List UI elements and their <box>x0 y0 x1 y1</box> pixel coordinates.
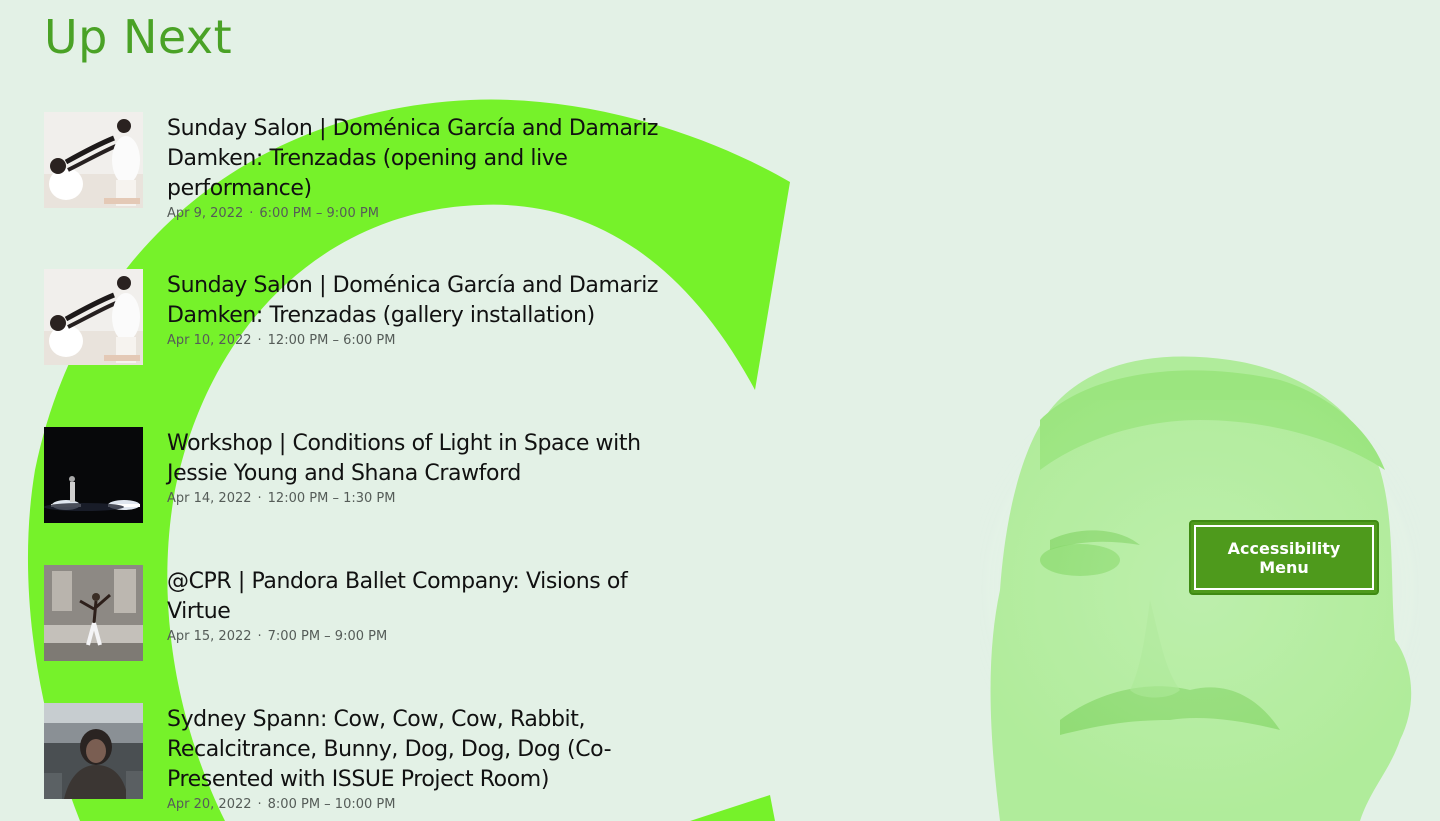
event-item[interactable]: Sydney Spann: Cow, Cow, Cow, Rabbit, Rec… <box>44 703 684 821</box>
event-item[interactable]: Sunday Salon | Doménica García and Damar… <box>44 112 684 232</box>
event-title[interactable]: Sunday Salon | Doménica García and Damar… <box>167 271 667 331</box>
event-time: 8:00 PM – 10:00 PM <box>267 797 396 812</box>
event-text: @CPR | Pandora Ballet Company: Visions o… <box>167 567 667 644</box>
event-date: Apr 15, 2022 <box>167 629 252 644</box>
meta-separator: · <box>257 333 262 348</box>
event-thumbnail[interactable] <box>44 565 143 661</box>
event-thumbnail[interactable] <box>44 703 143 799</box>
event-date: Apr 10, 2022 <box>167 333 252 348</box>
rooftop-portrait-photo <box>44 703 143 799</box>
event-time: 7:00 PM – 9:00 PM <box>267 629 388 644</box>
event-text: Sydney Spann: Cow, Cow, Cow, Rabbit, Rec… <box>167 705 667 812</box>
event-date: Apr 14, 2022 <box>167 491 252 506</box>
event-datetime: Apr 14, 2022 · 12:00 PM – 1:30 PM <box>167 491 667 506</box>
dark-stage-light-photo <box>44 427 143 523</box>
event-title[interactable]: Workshop | Conditions of Light in Space … <box>167 429 667 489</box>
meta-separator: · <box>257 491 262 506</box>
meta-separator: · <box>249 206 254 221</box>
event-item[interactable]: Sunday Salon | Doménica García and Damar… <box>44 269 684 389</box>
event-date: Apr 20, 2022 <box>167 797 252 812</box>
accessibility-menu-button[interactable]: Accessibility Menu <box>1189 520 1379 595</box>
event-datetime: Apr 9, 2022 · 6:00 PM – 9:00 PM <box>167 206 667 221</box>
dancers-braid-photo <box>44 112 143 208</box>
meta-separator: · <box>257 797 262 812</box>
event-item[interactable]: @CPR | Pandora Ballet Company: Visions o… <box>44 565 684 685</box>
event-time: 6:00 PM – 9:00 PM <box>259 206 379 221</box>
event-thumbnail[interactable] <box>44 427 143 523</box>
event-text: Sunday Salon | Doménica García and Damar… <box>167 114 667 221</box>
event-thumbnail[interactable] <box>44 269 143 365</box>
event-date: Apr 9, 2022 <box>167 206 244 221</box>
ballet-fountain-photo <box>44 565 143 661</box>
event-datetime: Apr 20, 2022 · 8:00 PM – 10:00 PM <box>167 797 667 812</box>
event-text: Workshop | Conditions of Light in Space … <box>167 429 667 506</box>
event-title[interactable]: @CPR | Pandora Ballet Company: Visions o… <box>167 567 667 627</box>
event-datetime: Apr 15, 2022 · 7:00 PM – 9:00 PM <box>167 629 667 644</box>
event-title[interactable]: Sydney Spann: Cow, Cow, Cow, Rabbit, Rec… <box>167 705 667 795</box>
event-title[interactable]: Sunday Salon | Doménica García and Damar… <box>167 114 667 204</box>
event-text: Sunday Salon | Doménica García and Damar… <box>167 271 667 348</box>
event-item[interactable]: Workshop | Conditions of Light in Space … <box>44 427 684 547</box>
event-time: 12:00 PM – 1:30 PM <box>267 491 396 506</box>
meta-separator: · <box>257 629 262 644</box>
dancers-braid-photo <box>44 269 143 365</box>
event-datetime: Apr 10, 2022 · 12:00 PM – 6:00 PM <box>167 333 667 348</box>
event-time: 12:00 PM – 6:00 PM <box>267 333 396 348</box>
event-thumbnail[interactable] <box>44 112 143 208</box>
accessibility-menu-label: Accessibility Menu <box>1194 525 1374 590</box>
page-title: Up Next <box>44 10 233 64</box>
